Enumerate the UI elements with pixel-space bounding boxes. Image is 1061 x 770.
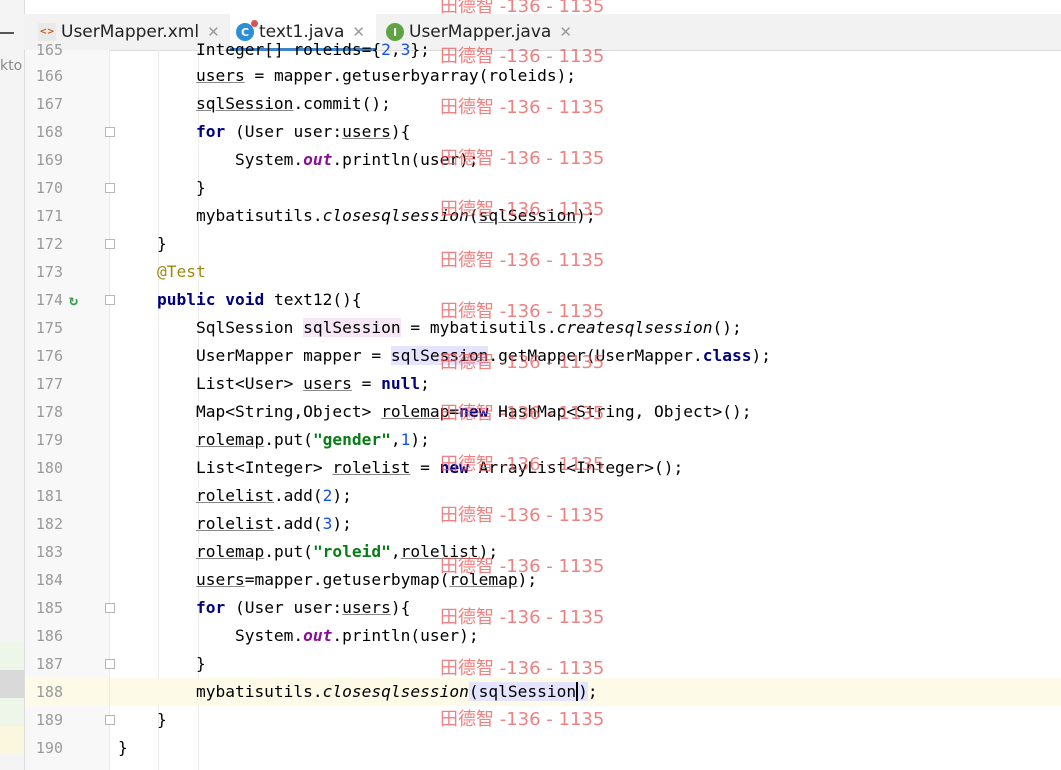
line-number: 181 [35, 487, 63, 505]
run-test-icon[interactable]: ↻ [69, 286, 78, 314]
code-line[interactable]: System.out.println(user); [110, 622, 1061, 650]
collapse-dash-icon[interactable] [0, 32, 14, 34]
code-line-text: } [118, 178, 206, 197]
code-line[interactable]: UserMapper mapper = sqlSession.getMapper… [110, 342, 1061, 370]
code-line[interactable]: SqlSession sqlSession = mybatisutils.cre… [110, 314, 1061, 342]
code-line-text: } [118, 654, 206, 673]
editor-gutter[interactable]: 165 166 167 168 169 170 171 172 173 174 ↻… [25, 41, 115, 770]
code-line[interactable]: @Test [110, 258, 1061, 286]
line-number: 165 [35, 41, 63, 59]
code-line-text: rolemap.put("gender",1); [195, 430, 430, 449]
project-tool-strip[interactable]: kto [0, 0, 25, 770]
code-line-text: List<User> users = null; [118, 374, 430, 393]
line-number: 173 [35, 263, 63, 281]
code-line[interactable]: List<Integer> rolelist = new ArrayList<I… [110, 454, 1061, 482]
line-number: 169 [35, 151, 63, 169]
line-number: 185 [35, 599, 63, 617]
code-line[interactable]: rolemap.put("gender",1); [110, 426, 1061, 454]
code-line-text: SqlSession sqlSession = mybatisutils.cre… [118, 318, 742, 337]
code-line-text: users=mapper.getuserbymap(rolemap); [195, 570, 538, 589]
code-line[interactable]: rolelist.add(3); [110, 510, 1061, 538]
line-number: 174 [35, 291, 63, 309]
line-number: 170 [35, 179, 63, 197]
line-number: 190 [35, 739, 63, 757]
code-editor[interactable]: Integer[] roleids={2,3}; users = mapper.… [110, 40, 1061, 770]
project-tree-peek: kto [0, 58, 23, 74]
line-number: 168 [35, 123, 63, 141]
code-line[interactable]: mybatisutils.closesqlsession(sqlSession)… [110, 678, 1061, 706]
code-line-text: rolemap.put("roleid",rolelist); [195, 542, 499, 561]
code-line[interactable]: List<User> users = null; [110, 370, 1061, 398]
line-number: 180 [35, 459, 63, 477]
line-number: 175 [35, 319, 63, 337]
code-line[interactable]: Map<String,Object> rolemap=new HashMap<S… [110, 398, 1061, 426]
line-number: 183 [35, 543, 63, 561]
line-number: 177 [35, 375, 63, 393]
code-line-text: rolelist.add(3); [195, 514, 352, 533]
code-line-text: for (User user:users){ [195, 122, 411, 141]
code-line-text: Map<String,Object> rolemap=new HashMap<S… [118, 402, 752, 421]
code-line-text: public void text12(){ [156, 290, 362, 309]
code-line-text: @Test [156, 262, 206, 281]
code-line-text: List<Integer> rolelist = new ArrayList<I… [118, 458, 684, 477]
code-line[interactable]: } [110, 734, 1061, 762]
line-number: 167 [35, 95, 63, 113]
line-number: 188 [35, 683, 63, 701]
code-line-text: users = mapper.getuserbyarray(roleids); [195, 66, 577, 85]
line-number: 182 [35, 515, 63, 533]
code-line-text: mybatisutils.closesqlsession(sqlSession)… [118, 682, 598, 701]
line-number: 189 [35, 711, 63, 729]
code-line-text: } [118, 710, 167, 729]
change-marker [0, 642, 24, 670]
code-line-text: rolelist.add(2); [195, 486, 352, 505]
code-line[interactable]: users=mapper.getuserbymap(rolemap); [110, 566, 1061, 594]
line-number: 172 [35, 235, 63, 253]
code-line[interactable]: } [110, 650, 1061, 678]
code-line-text: sqlSession.commit(); [195, 94, 391, 113]
code-line[interactable]: System.out.println(user); [110, 146, 1061, 174]
code-line-text: mybatisutils.closesqlsession(sqlSession)… [118, 206, 596, 225]
change-marker [0, 726, 24, 754]
line-number: 178 [35, 403, 63, 421]
line-number: 187 [35, 655, 63, 673]
line-number: 184 [35, 571, 63, 589]
code-line-text: Integer[] roleids={2,3}; [118, 40, 430, 59]
code-line[interactable]: } [110, 174, 1061, 202]
code-line[interactable]: } [110, 706, 1061, 734]
line-number: 179 [35, 431, 63, 449]
code-line-text: for (User user:users){ [195, 598, 411, 617]
code-line[interactable]: rolelist.add(2); [110, 482, 1061, 510]
code-line[interactable]: sqlSession.commit(); [110, 90, 1061, 118]
line-number: 171 [35, 207, 63, 225]
code-line[interactable]: for (User user:users){ [110, 594, 1061, 622]
code-line-text: UserMapper mapper = sqlSession.getMapper… [118, 346, 771, 365]
line-number: 166 [35, 67, 63, 85]
code-line-text: System.out.println(user); [118, 150, 479, 169]
code-line[interactable]: } [110, 230, 1061, 258]
code-line[interactable]: mybatisutils.closesqlsession(sqlSession)… [110, 202, 1061, 230]
code-line[interactable]: for (User user:users){ [110, 118, 1061, 146]
change-marker [0, 698, 24, 726]
code-line[interactable]: users = mapper.getuserbyarray(roleids); [110, 62, 1061, 90]
code-line[interactable]: public void text12(){ [110, 286, 1061, 314]
line-number: 186 [35, 627, 63, 645]
code-line[interactable]: rolemap.put("roleid",rolelist); [110, 538, 1061, 566]
code-line[interactable]: Integer[] roleids={2,3}; [110, 36, 1061, 64]
code-line-text: } [118, 234, 167, 253]
code-line-text: } [118, 738, 128, 757]
selection-marker [0, 670, 24, 698]
code-line-text: System.out.println(user); [118, 626, 479, 645]
line-number: 176 [35, 347, 63, 365]
